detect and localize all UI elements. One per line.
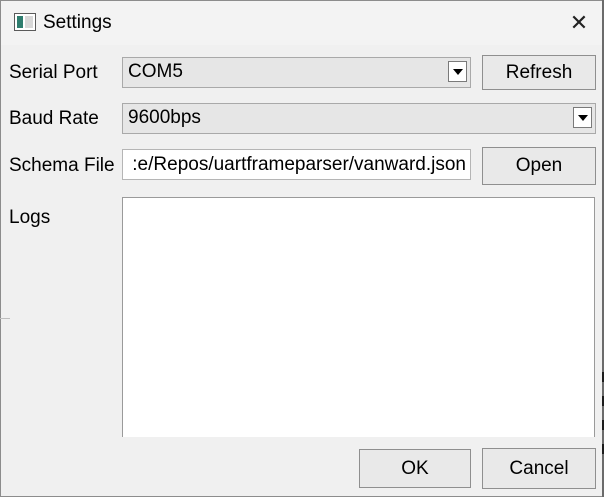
- title-bar: Settings ✕: [1, 1, 603, 45]
- background-divider: [0, 318, 10, 319]
- serial-port-value: COM5: [128, 61, 183, 82]
- baud-rate-label: Baud Rate: [9, 108, 99, 129]
- chevron-down-icon[interactable]: [573, 107, 592, 128]
- logs-label: Logs: [9, 207, 51, 228]
- open-button[interactable]: Open: [482, 147, 596, 185]
- window-title: Settings: [43, 12, 112, 33]
- chevron-down-icon[interactable]: [448, 61, 467, 82]
- serial-port-select[interactable]: COM5: [122, 57, 471, 88]
- ok-button[interactable]: OK: [359, 449, 471, 488]
- cancel-button[interactable]: Cancel: [482, 448, 596, 489]
- baud-rate-value: 9600bps: [128, 107, 201, 128]
- logs-textarea[interactable]: [122, 197, 595, 437]
- schema-file-path: :e/Repos/uartframeparser/vanward.json: [132, 154, 466, 175]
- serial-port-label: Serial Port: [9, 62, 98, 83]
- schema-file-label: Schema File: [9, 155, 115, 176]
- app-window-icon: [14, 13, 36, 31]
- refresh-button[interactable]: Refresh: [482, 55, 596, 90]
- close-button[interactable]: ✕: [557, 7, 601, 39]
- baud-rate-select[interactable]: 9600bps: [122, 103, 596, 134]
- schema-file-input[interactable]: :e/Repos/uartframeparser/vanward.json: [122, 149, 471, 180]
- settings-dialog: Settings ✕ Serial Port COM5 Refresh Baud…: [0, 0, 604, 497]
- close-icon: ✕: [569, 10, 589, 35]
